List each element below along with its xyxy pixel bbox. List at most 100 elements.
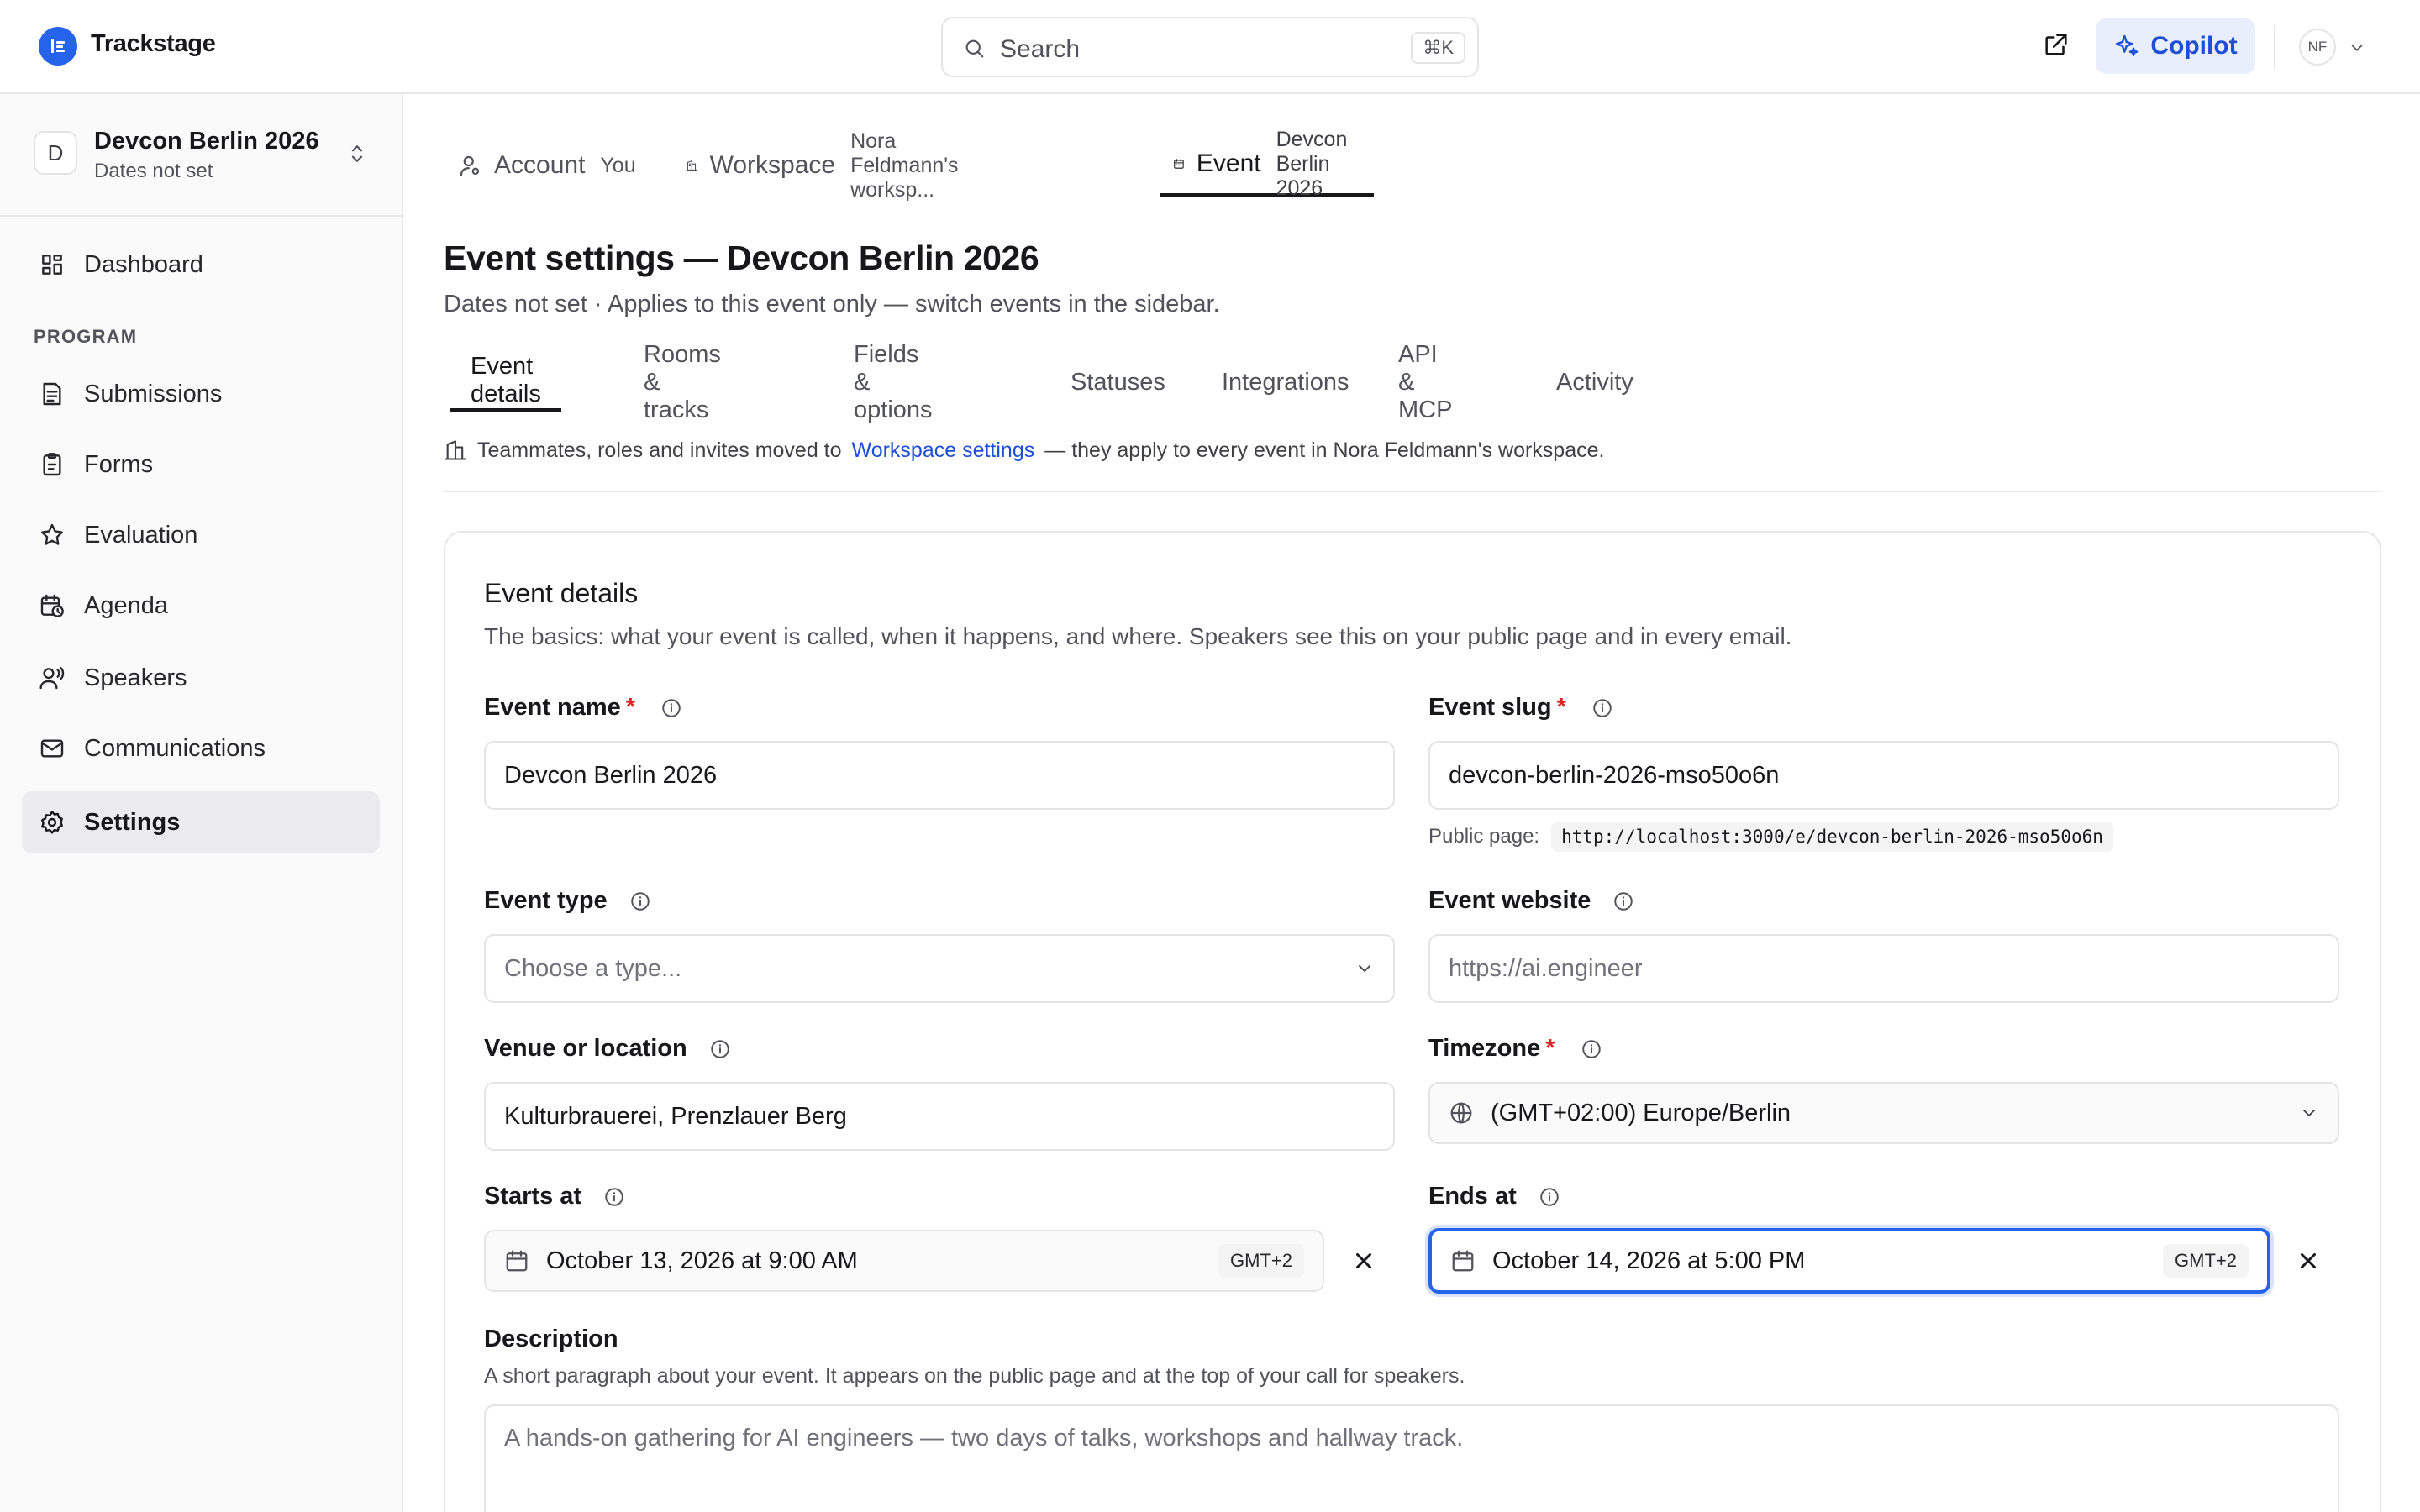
sidebar-item-communications[interactable]: Communications (22, 717, 380, 780)
speaker-icon (39, 666, 65, 690)
card-title: Event details (484, 578, 639, 608)
info-icon[interactable] (1539, 1186, 1560, 1208)
event-website-label: Event website (1428, 887, 1634, 915)
tab-statuses[interactable]: Statuses (1050, 353, 1186, 412)
info-icon[interactable] (1581, 1038, 1602, 1060)
sidebar-item-label: Settings (84, 808, 181, 836)
tab-integrations[interactable]: Integrations (1202, 353, 1370, 412)
event-switcher-name: Devcon Berlin 2026 (94, 128, 319, 155)
event-type-label-text: Event type (484, 887, 608, 914)
logo-glyph-icon (51, 39, 65, 53)
starts-at-label: Starts at (484, 1183, 625, 1210)
app-logo-icon[interactable] (39, 27, 77, 66)
sidebar-item-evaluation[interactable]: Evaluation (22, 504, 380, 566)
dashboard-icon (42, 255, 62, 275)
event-type-placeholder: Choose a type... (504, 954, 682, 982)
description-textarea[interactable]: A hands-on gathering for AI engineers — … (484, 1404, 2339, 1512)
venue-input[interactable]: Kulturbrauerei, Prenzlauer Berg (484, 1082, 1395, 1151)
tab-workspace[interactable]: Workspace Nora Feldmann's worksp... (672, 129, 985, 202)
event-slug-input[interactable]: devcon-berlin-2026-mso50o6n (1428, 741, 2339, 810)
timezone-select[interactable]: (GMT+02:00) Europe/Berlin (1428, 1082, 2339, 1144)
sidebar-item-dashboard[interactable]: Dashboard (22, 234, 380, 296)
description-label-text: Description (484, 1326, 618, 1352)
chevron-down-icon (2303, 1110, 2315, 1116)
copilot-button[interactable]: Copilot (2096, 18, 2255, 74)
event-slug-label: Event slug * (1428, 694, 1613, 722)
ends-at-label-text: Ends at (1428, 1183, 1517, 1210)
clipboard-icon (43, 453, 61, 476)
calendar-icon (506, 1250, 528, 1272)
calendar-clock-icon (40, 594, 64, 617)
chevron-down-icon[interactable] (2348, 39, 2366, 57)
starts-at-label-text: Starts at (484, 1183, 582, 1210)
clear-ends-at-icon[interactable] (2296, 1248, 2321, 1273)
info-icon[interactable] (603, 1186, 625, 1208)
page-subtitle: Dates not set · Applies to this event on… (444, 291, 1220, 318)
tab-account[interactable]: Account You (444, 134, 650, 197)
info-icon[interactable] (660, 697, 682, 719)
timezone-badge: GMT+2 (1218, 1244, 1304, 1278)
workspace-notice: Teammates, roles and invites moved to Wo… (444, 433, 1604, 467)
user-icon (460, 155, 480, 176)
description-label: Description (484, 1326, 618, 1353)
tab-api-mcp[interactable]: API & MCP (1378, 341, 1472, 423)
clear-starts-at-icon[interactable] (1351, 1248, 1376, 1273)
event-name-input[interactable]: Devcon Berlin 2026 (484, 741, 1395, 810)
tab-fields-options[interactable]: Fields & options (834, 341, 953, 423)
sidebar-item-submissions[interactable]: Submissions (22, 363, 380, 425)
info-icon[interactable] (629, 890, 651, 912)
workspace-settings-link[interactable]: Workspace settings (852, 438, 1035, 463)
required-marker: * (625, 694, 636, 721)
event-switcher-dates: Dates not set (94, 160, 213, 182)
ends-at-picker[interactable]: October 14, 2026 at 5:00 PM GMT+2 (1428, 1228, 2270, 1294)
calendar-icon (1174, 159, 1184, 169)
sidebar-item-label: Dashboard (84, 250, 203, 278)
calendar-icon (1452, 1250, 1474, 1272)
tab-event[interactable]: Event Devcon Berlin 2026 (1160, 128, 1375, 200)
venue-label: Venue or location (484, 1035, 731, 1063)
venue-label-text: Venue or location (484, 1035, 687, 1062)
event-name-label-text: Event name (484, 694, 621, 721)
external-link-icon (2045, 34, 2067, 55)
tab-event-sub: Devcon Berlin 2026 (1276, 127, 1348, 200)
sidebar-item-label: Speakers (84, 664, 187, 691)
tab-account-sub: You (600, 153, 636, 177)
sidebar-item-speakers[interactable]: Speakers (22, 647, 380, 709)
tab-activity[interactable]: Activity (1536, 353, 1654, 412)
page-title: Event settings — Devcon Berlin 2026 (444, 239, 1039, 277)
ends-at-value: October 14, 2026 at 5:00 PM (1492, 1247, 1806, 1274)
description-help: A short paragraph about your event. It a… (484, 1364, 1465, 1388)
event-website-input[interactable]: https://ai.engineer (1428, 934, 2339, 1003)
sidebar-item-label: Communications (84, 734, 266, 762)
sidebar-item-settings[interactable]: Settings (22, 791, 380, 853)
user-avatar[interactable]: NF (2299, 29, 2336, 66)
required-marker: * (1556, 694, 1566, 721)
timezone-label: Timezone * (1428, 1035, 1602, 1063)
open-public-page-button[interactable] (2042, 30, 2070, 59)
tab-account-label: Account (494, 151, 586, 179)
copilot-label: Copilot (2150, 32, 2238, 60)
tab-rooms-tracks[interactable]: Rooms & tracks (623, 341, 741, 423)
public-page-url[interactable]: http://localhost:3000/e/devcon-berlin-20… (1551, 822, 2113, 852)
sidebar-section-program: PROGRAM (34, 326, 138, 347)
chevron-down-icon (1359, 965, 1370, 972)
starts-at-picker[interactable]: October 13, 2026 at 9:00 AM GMT+2 (484, 1230, 1324, 1292)
tab-workspace-sub: Nora Feldmann's worksp... (850, 129, 959, 202)
info-icon[interactable] (1612, 890, 1634, 912)
sidebar-item-agenda[interactable]: Agenda (22, 575, 380, 637)
sidebar-item-label: Evaluation (84, 521, 198, 549)
tab-event-details[interactable]: Event details (450, 353, 561, 412)
sidebar-item-forms[interactable]: Forms (22, 433, 380, 496)
submissions-icon (43, 382, 61, 406)
app-name: Trackstage (91, 30, 216, 57)
divider (444, 491, 2381, 492)
timezone-label-text: Timezone (1428, 1035, 1541, 1062)
search-box[interactable]: Search ⌘K (941, 17, 1479, 77)
info-icon[interactable] (709, 1038, 731, 1060)
info-icon[interactable] (1591, 697, 1613, 719)
event-type-select[interactable]: Choose a type... (484, 934, 1395, 1003)
event-switcher[interactable]: D Devcon Berlin 2026 Dates not set (0, 94, 402, 217)
search-icon (965, 39, 984, 58)
search-placeholder: Search (1000, 35, 1081, 63)
gear-icon (41, 811, 63, 834)
